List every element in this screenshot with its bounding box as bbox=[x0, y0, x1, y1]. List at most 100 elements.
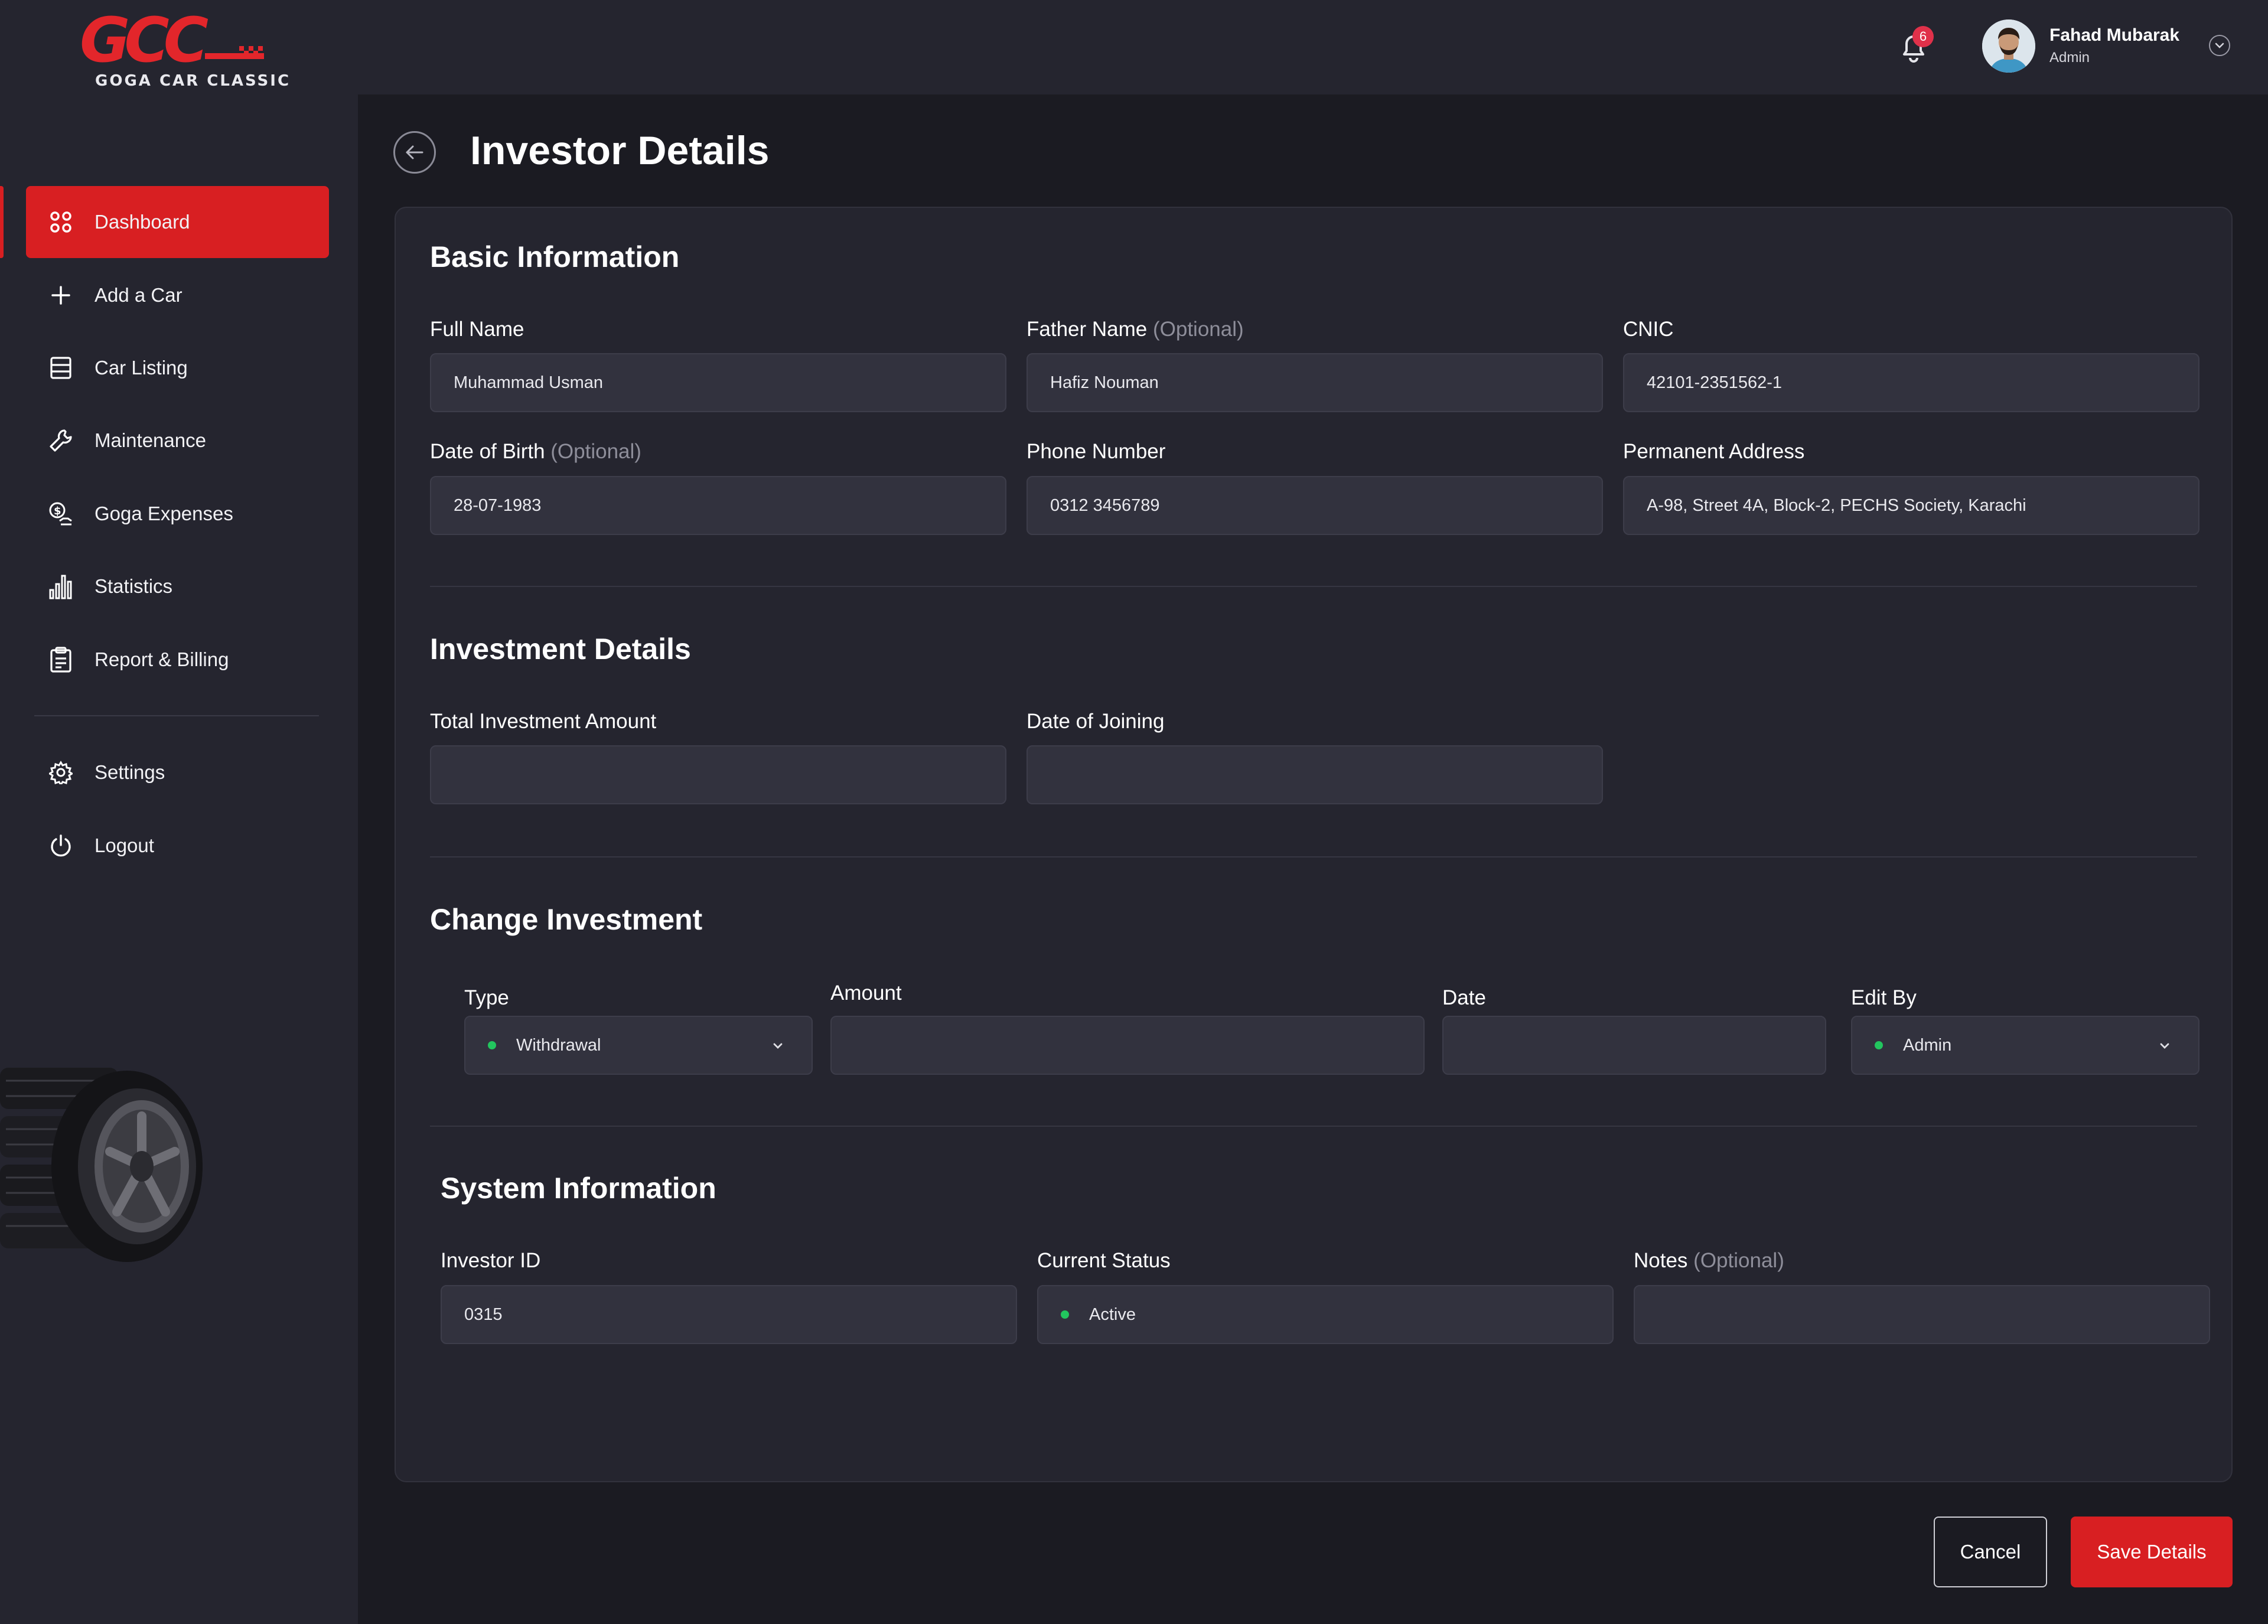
address-value: A-98, Street 4A, Block-2, PECHS Society,… bbox=[1647, 495, 2026, 515]
arrow-left-icon bbox=[406, 145, 423, 159]
dob-value: 28-07-1983 bbox=[454, 495, 542, 515]
full-name-label: Full Name bbox=[430, 318, 524, 341]
money-hand-icon: $ bbox=[47, 500, 74, 527]
joining-date-field[interactable] bbox=[1027, 745, 1603, 804]
sidebar-item-label: Maintenance bbox=[94, 429, 206, 451]
dob-label: Date of Birth (Optional) bbox=[430, 440, 641, 463]
user-menu-chevron-down-icon[interactable] bbox=[2209, 35, 2230, 56]
address-field[interactable]: A-98, Street 4A, Block-2, PECHS Society,… bbox=[1623, 476, 2199, 535]
type-select[interactable]: Withdrawal bbox=[464, 1016, 813, 1075]
phone-label: Phone Number bbox=[1027, 440, 1166, 463]
investor-id-value: 0315 bbox=[464, 1305, 503, 1324]
active-nav-marker bbox=[0, 186, 4, 258]
status-label: Current Status bbox=[1037, 1249, 1171, 1272]
brand-logo[interactable]: GCC Goga Car Classic bbox=[80, 13, 289, 90]
edit-by-label: Edit By bbox=[1851, 986, 1917, 1009]
phone-field[interactable]: 0312 3456789 bbox=[1027, 476, 1603, 535]
cancel-button[interactable]: Cancel bbox=[1934, 1517, 2047, 1587]
chevron-down-icon bbox=[2160, 1043, 2169, 1049]
clipboard-icon bbox=[47, 646, 74, 673]
sidebar-item-label: Settings bbox=[94, 761, 165, 783]
save-details-button[interactable]: Save Details bbox=[2071, 1517, 2233, 1587]
gear-icon bbox=[47, 759, 74, 786]
phone-value: 0312 3456789 bbox=[1050, 495, 1160, 515]
page-title: Investor Details bbox=[470, 128, 770, 173]
section-title-investment: Investment Details bbox=[430, 632, 691, 666]
investor-id-field[interactable]: 0315 bbox=[441, 1285, 1017, 1344]
optional-hint: (Optional) bbox=[1152, 318, 1244, 341]
chevron-down-icon bbox=[773, 1043, 783, 1049]
top-bar bbox=[358, 0, 2268, 94]
power-icon bbox=[47, 832, 74, 859]
sidebar-item-label: Car Listing bbox=[94, 357, 188, 379]
section-divider bbox=[430, 856, 2197, 857]
sidebar-item-report-billing[interactable]: Report & Billing bbox=[26, 624, 329, 696]
date-field[interactable] bbox=[1442, 1016, 1826, 1075]
optional-hint: (Optional) bbox=[550, 440, 641, 463]
total-investment-field[interactable] bbox=[430, 745, 1006, 804]
cnic-label: CNIC bbox=[1623, 318, 1674, 341]
father-name-value: Hafiz Nouman bbox=[1050, 373, 1159, 392]
sidebar-item-label: Statistics bbox=[94, 575, 173, 597]
amount-field[interactable] bbox=[830, 1016, 1425, 1075]
sidebar-item-label: Dashboard bbox=[94, 211, 190, 233]
bar-chart-icon bbox=[47, 573, 74, 600]
optional-hint: (Optional) bbox=[1693, 1249, 1784, 1272]
dob-field[interactable]: 28-07-1983 bbox=[430, 476, 1006, 535]
sidebar-item-car-listing[interactable]: Car Listing bbox=[26, 332, 329, 404]
section-title-basic-info: Basic Information bbox=[430, 240, 680, 273]
sidebar-item-statistics[interactable]: Statistics bbox=[26, 550, 329, 622]
full-name-field[interactable]: Muhammad Usman bbox=[430, 353, 1006, 412]
status-dot bbox=[1875, 1041, 1883, 1049]
user-name[interactable]: Fahad Mubarak bbox=[2049, 25, 2179, 45]
address-label: Permanent Address bbox=[1623, 440, 1805, 463]
sidebar-item-maintenance[interactable]: Maintenance bbox=[26, 405, 329, 477]
sidebar-divider bbox=[34, 715, 319, 716]
grid-icon bbox=[47, 208, 74, 236]
investor-id-label: Investor ID bbox=[441, 1249, 541, 1272]
user-role: Admin bbox=[2049, 50, 2090, 66]
user-avatar-icon bbox=[1982, 19, 2035, 73]
father-name-label: Father Name (Optional) bbox=[1027, 318, 1244, 341]
plus-icon bbox=[47, 282, 74, 309]
sidebar-item-goga-expenses[interactable]: $ Goga Expenses bbox=[26, 478, 329, 550]
cnic-field[interactable]: 42101-2351562-1 bbox=[1623, 353, 2199, 412]
date-label: Date bbox=[1442, 986, 1486, 1009]
section-title-change-investment: Change Investment bbox=[430, 903, 703, 936]
user-avatar[interactable] bbox=[1982, 19, 2035, 73]
list-icon bbox=[47, 354, 74, 381]
status-field[interactable]: Active bbox=[1037, 1285, 1614, 1344]
type-value: Withdrawal bbox=[516, 1035, 601, 1055]
notes-label: Notes (Optional) bbox=[1634, 1249, 1784, 1272]
sidebar-item-settings[interactable]: Settings bbox=[26, 736, 329, 808]
notes-field[interactable] bbox=[1634, 1285, 2210, 1344]
amount-label: Amount bbox=[830, 981, 902, 1005]
tires-illustration bbox=[0, 1057, 213, 1270]
status-dot bbox=[488, 1041, 496, 1049]
sidebar-item-logout[interactable]: Logout bbox=[26, 810, 329, 882]
edit-by-value: Admin bbox=[1903, 1035, 1952, 1055]
sidebar-item-label: Report & Billing bbox=[94, 648, 229, 670]
sidebar-item-label: Logout bbox=[94, 834, 154, 856]
total-investment-label: Total Investment Amount bbox=[430, 710, 657, 733]
brand-subtitle: Goga Car Classic bbox=[95, 72, 291, 90]
full-name-value: Muhammad Usman bbox=[454, 373, 604, 392]
gcc-logo-icon: GCC bbox=[80, 13, 264, 72]
section-title-system-info: System Information bbox=[441, 1172, 716, 1205]
sidebar: GCC Goga Car Classic Dashboard Add a Car… bbox=[0, 0, 358, 1624]
edit-by-select[interactable]: Admin bbox=[1851, 1016, 2199, 1075]
sidebar-item-label: Goga Expenses bbox=[94, 503, 233, 524]
cnic-value: 42101-2351562-1 bbox=[1647, 373, 1782, 392]
section-divider bbox=[430, 586, 2197, 587]
status-value: Active bbox=[1089, 1305, 1136, 1324]
type-label: Type bbox=[464, 986, 509, 1009]
section-divider bbox=[430, 1126, 2197, 1127]
notification-count-badge: 6 bbox=[1912, 26, 1934, 47]
svg-text:GCC: GCC bbox=[80, 13, 208, 72]
father-name-field[interactable]: Hafiz Nouman bbox=[1027, 353, 1603, 412]
sidebar-item-add-car[interactable]: Add a Car bbox=[26, 259, 329, 331]
sidebar-item-dashboard[interactable]: Dashboard bbox=[26, 186, 329, 258]
joining-date-label: Date of Joining bbox=[1027, 710, 1165, 733]
back-button[interactable] bbox=[393, 131, 436, 174]
wrench-icon bbox=[47, 427, 74, 454]
